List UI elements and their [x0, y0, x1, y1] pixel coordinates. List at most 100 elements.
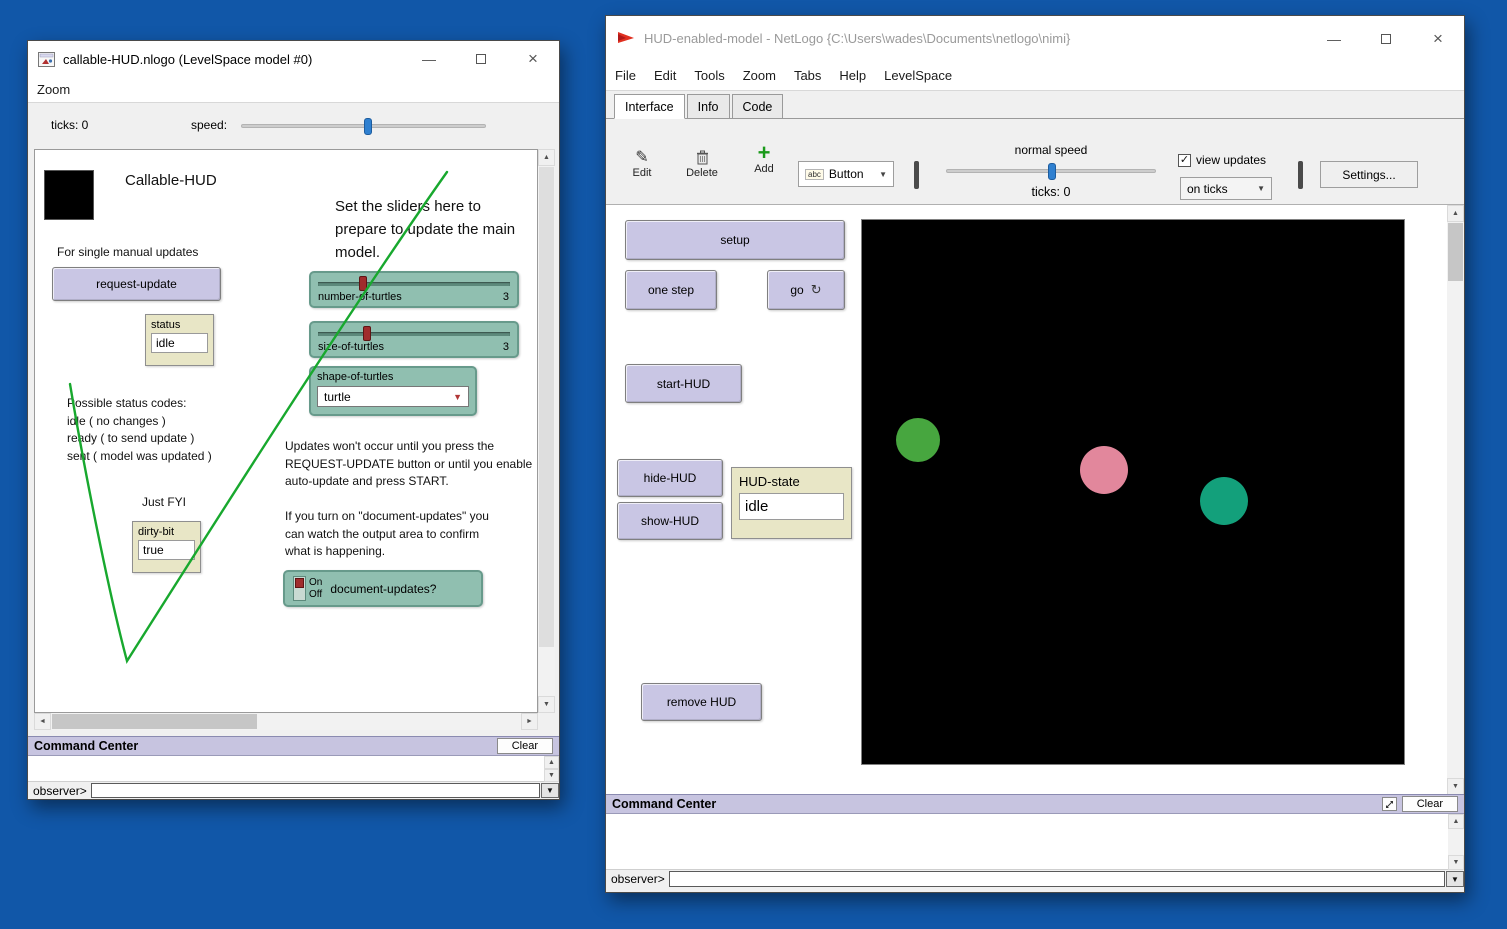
model-file-icon [38, 52, 55, 67]
document-updates-switch[interactable]: On Off document-updates? [283, 570, 483, 607]
go-button[interactable]: go ↻ [767, 270, 845, 310]
left-command-output[interactable]: ▲ ▼ [28, 756, 559, 782]
switch-on-label: On [309, 577, 322, 589]
add-tool-button[interactable]: + Add [742, 143, 786, 175]
number-of-turtles-slider[interactable]: number-of-turtles 3 [309, 271, 519, 308]
history-dropdown-button[interactable]: ▼ [541, 783, 559, 798]
just-fyi-label: Just FYI [142, 495, 186, 509]
turtle-green [896, 418, 940, 462]
menu-levelspace[interactable]: LevelSpace [875, 68, 961, 83]
one-step-button[interactable]: one step [625, 270, 717, 310]
add-tool-label: Add [754, 163, 774, 175]
tab-info[interactable]: Info [687, 94, 730, 119]
vertical-scrollbar[interactable]: ▲ ▼ [538, 149, 555, 713]
tab-code[interactable]: Code [732, 94, 784, 119]
observer-prompt-label: observer> [28, 784, 91, 798]
chooser-label: shape-of-turtles [311, 368, 475, 386]
scroll-up-button[interactable]: ▲ [1448, 814, 1464, 829]
scroll-down-button[interactable]: ▼ [1447, 778, 1464, 795]
netlogo-icon [616, 30, 636, 48]
tab-interface[interactable]: Interface [614, 94, 685, 119]
command-input[interactable] [91, 783, 540, 798]
view-updates-control[interactable]: ✓ view updates [1178, 153, 1266, 167]
remove-hud-button[interactable]: remove HUD [641, 683, 762, 721]
switch-state-labels: On Off [309, 577, 322, 601]
dropdown-icon: ▼ [879, 170, 887, 179]
delete-tool-button[interactable]: Delete [678, 147, 726, 179]
turtle-teal [1200, 477, 1248, 525]
delete-tool-label: Delete [686, 167, 718, 179]
observer-prompt-label: observer> [606, 872, 669, 886]
menu-file[interactable]: File [606, 68, 645, 83]
setup-button[interactable]: setup [625, 220, 845, 260]
update-mode-dropdown[interactable]: on ticks ▼ [1180, 177, 1272, 200]
history-dropdown-button[interactable]: ▼ [1446, 871, 1464, 887]
shape-of-turtles-chooser[interactable]: shape-of-turtles turtle ▼ [309, 366, 477, 416]
mini-world-view[interactable] [44, 170, 94, 220]
menu-edit[interactable]: Edit [645, 68, 685, 83]
switch-track[interactable] [293, 576, 306, 601]
widget-type-dropdown[interactable]: abc Button ▼ [798, 161, 894, 187]
view-updates-checkbox[interactable]: ✓ [1178, 154, 1191, 167]
speed-slider-thumb[interactable] [1048, 163, 1056, 180]
scrollbar-thumb[interactable] [539, 167, 554, 647]
maximize-button[interactable] [455, 41, 507, 77]
scroll-up-button[interactable]: ▲ [1447, 205, 1464, 222]
scrollbar-thumb[interactable] [52, 714, 257, 729]
menu-tabs[interactable]: Tabs [785, 68, 830, 83]
menu-zoom[interactable]: Zoom [734, 68, 785, 83]
widget-type-value: Button [829, 167, 864, 181]
clear-button[interactable]: Clear [1402, 796, 1458, 812]
right-titlebar[interactable]: HUD-enabled-model - NetLogo {C:\Users\wa… [606, 16, 1464, 61]
start-hud-button[interactable]: start-HUD [625, 364, 742, 403]
slider-thumb[interactable] [359, 276, 367, 291]
scroll-corner [538, 713, 555, 730]
vertical-scrollbar[interactable]: ▲ ▼ [1447, 205, 1464, 795]
switch-off-label: Off [309, 589, 322, 601]
turtle-pink [1080, 446, 1128, 494]
minimize-button[interactable]: — [1308, 16, 1360, 61]
request-update-button[interactable]: request-update [52, 267, 221, 301]
scrollbar-thumb[interactable] [1448, 223, 1463, 281]
show-hud-button[interactable]: show-HUD [617, 502, 723, 540]
status-codes-text: Possible status codes: idle ( no changes… [67, 395, 212, 465]
close-button[interactable]: × [507, 41, 559, 77]
left-window-controls: — × [403, 41, 559, 77]
scroll-left-button[interactable]: ◄ [34, 713, 51, 730]
chooser-select[interactable]: turtle ▼ [317, 386, 469, 407]
scroll-down-button[interactable]: ▼ [538, 696, 555, 713]
scroll-up-button[interactable]: ▲ [538, 149, 555, 166]
world-view[interactable] [861, 219, 1405, 765]
hide-hud-button[interactable]: hide-HUD [617, 459, 723, 497]
menu-zoom[interactable]: Zoom [28, 82, 79, 97]
model-speed-slider[interactable] [946, 169, 1156, 173]
output-scrollbar[interactable]: ▲ ▼ [544, 756, 559, 782]
expand-command-center-button[interactable] [1382, 797, 1397, 811]
right-command-output[interactable]: ▲ ▼ [606, 814, 1464, 870]
output-scrollbar[interactable]: ▲ ▼ [1448, 814, 1464, 870]
speed-slider-thumb[interactable] [364, 118, 372, 135]
menu-help[interactable]: Help [830, 68, 875, 83]
chooser-arrow-icon: ▼ [453, 392, 462, 402]
speed-slider[interactable] [241, 124, 486, 128]
scroll-up-button[interactable]: ▲ [544, 756, 559, 769]
size-of-turtles-slider[interactable]: size-of-turtles 3 [309, 321, 519, 358]
settings-button[interactable]: Settings... [1320, 161, 1418, 188]
command-input[interactable] [669, 871, 1445, 887]
scroll-down-button[interactable]: ▼ [1448, 855, 1464, 870]
scroll-right-button[interactable]: ► [521, 713, 538, 730]
scroll-down-button[interactable]: ▼ [544, 769, 559, 782]
horizontal-scrollbar[interactable]: ◄ ► [34, 713, 538, 730]
menu-tools[interactable]: Tools [685, 68, 733, 83]
minimize-button[interactable]: — [403, 41, 455, 77]
left-titlebar[interactable]: callable-HUD.nlogo (LevelSpace model #0)… [28, 41, 559, 77]
down-arrow-icon: ▼ [1453, 859, 1460, 866]
document-note: If you turn on "document-updates" you ca… [285, 508, 505, 561]
slider-thumb[interactable] [363, 326, 371, 341]
switch-knob[interactable] [295, 578, 304, 588]
close-button[interactable]: × [1412, 16, 1464, 61]
edit-tool-button[interactable]: ✎ Edit [620, 147, 664, 179]
clear-button[interactable]: Clear [497, 738, 553, 754]
maximize-button[interactable] [1360, 16, 1412, 61]
status-codes-line: Possible status codes: [67, 395, 212, 413]
